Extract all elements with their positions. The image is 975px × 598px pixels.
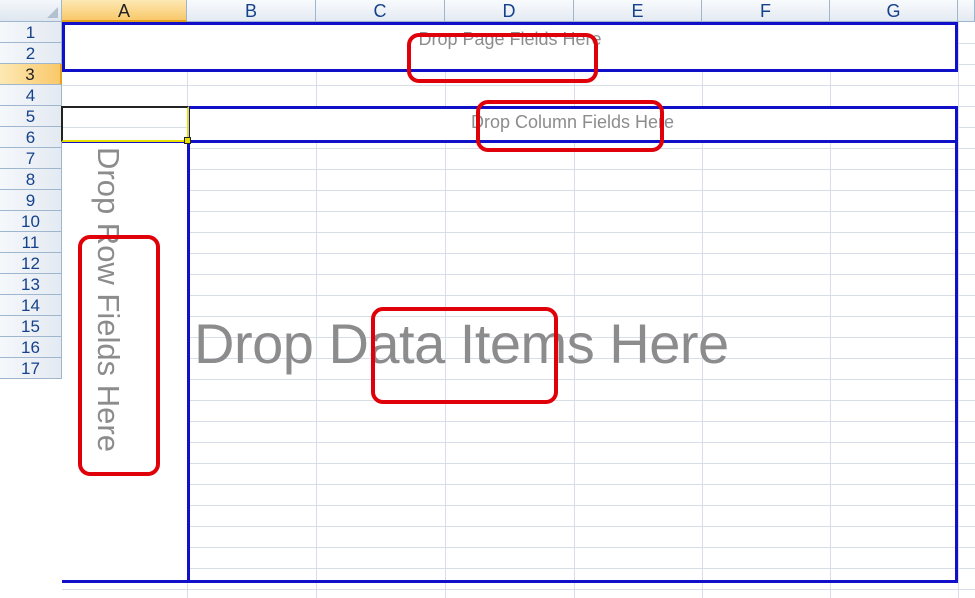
data-items-drop-zone[interactable]: Drop Data Items Here [187,140,958,583]
row-header-4[interactable]: 4 [0,85,62,106]
row-header-10[interactable]: 10 [0,211,62,232]
row-header-12[interactable]: 12 [0,253,62,274]
row-header-13[interactable]: 13 [0,274,62,295]
spreadsheet: A B C D E F G 1 2 3 4 5 6 7 8 9 10 11 12… [0,0,975,598]
fill-handle[interactable] [184,137,191,144]
row-header-7[interactable]: 7 [0,148,62,169]
gridline [62,589,975,590]
column-header-f[interactable]: F [702,0,830,22]
row-header-15[interactable]: 15 [0,316,62,337]
row-header-1[interactable]: 1 [0,22,62,43]
row-header-11[interactable]: 11 [0,232,62,253]
column-header-a[interactable]: A [62,0,187,22]
column-header-e[interactable]: E [574,0,702,22]
select-all-corner[interactable] [0,0,62,22]
row-header-2[interactable]: 2 [0,43,62,64]
row-header-8[interactable]: 8 [0,169,62,190]
column-header-h-partial[interactable] [958,0,975,22]
row-header-5[interactable]: 5 [0,106,62,127]
row-header-17[interactable]: 17 [0,358,62,379]
column-header-g[interactable]: G [830,0,958,22]
callout-data-highlight [371,307,558,404]
callout-page-highlight [407,33,598,83]
column-header-b[interactable]: B [187,0,316,22]
row-header-3[interactable]: 3 [0,64,62,85]
row-header-14[interactable]: 14 [0,295,62,316]
callout-row-highlight [78,235,160,476]
column-header-d[interactable]: D [445,0,574,22]
gridline [62,85,975,86]
row-header-9[interactable]: 9 [0,190,62,211]
row-header-6[interactable]: 6 [0,127,62,148]
gridline [958,22,959,598]
callout-column-highlight [476,100,664,152]
row-header-16[interactable]: 16 [0,337,62,358]
active-cell-a3[interactable] [61,106,189,142]
column-header-c[interactable]: C [316,0,445,22]
